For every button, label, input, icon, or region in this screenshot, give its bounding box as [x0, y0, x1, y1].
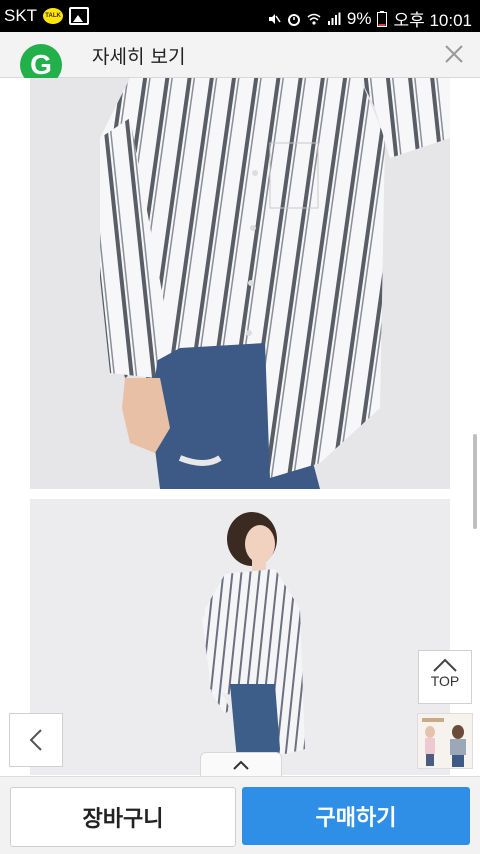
chevron-up-icon [433, 658, 457, 672]
purchase-bar: 장바구니 구매하기 [0, 776, 480, 854]
alarm-icon [287, 13, 300, 26]
battery-percent: 9% [346, 8, 372, 28]
clock: 오후 10:01 [393, 11, 472, 30]
battery-icon [377, 10, 388, 27]
scroll-indicator[interactable] [473, 434, 477, 529]
expand-panel-tab[interactable] [200, 752, 282, 777]
top-label: TOP [430, 673, 460, 689]
recent-product-thumbnail[interactable] [417, 713, 473, 769]
add-to-cart-button[interactable]: 장바구니 [10, 787, 236, 847]
status-bar: SKT TALK 9% 오후 10:01 [0, 0, 480, 32]
product-detail-content[interactable] [0, 78, 480, 775]
detail-header: G 자세히 보기 [0, 32, 480, 86]
buy-now-button[interactable]: 구매하기 [242, 787, 470, 845]
back-button[interactable] [9, 713, 63, 767]
chevron-left-icon [29, 729, 42, 751]
mute-icon [268, 13, 281, 24]
product-photo-shirt-closeup [30, 78, 450, 489]
carrier-label: SKT [4, 6, 38, 25]
page-title: 자세히 보기 [92, 46, 186, 68]
signal-icon [327, 12, 341, 25]
chevron-up-icon [233, 760, 249, 770]
close-icon[interactable] [440, 40, 468, 68]
scroll-to-top-button[interactable]: TOP [418, 650, 472, 704]
product-photo-model [30, 499, 450, 775]
gallery-icon [69, 7, 90, 25]
kakaotalk-icon: TALK [43, 8, 64, 24]
wifi-icon [307, 13, 321, 25]
